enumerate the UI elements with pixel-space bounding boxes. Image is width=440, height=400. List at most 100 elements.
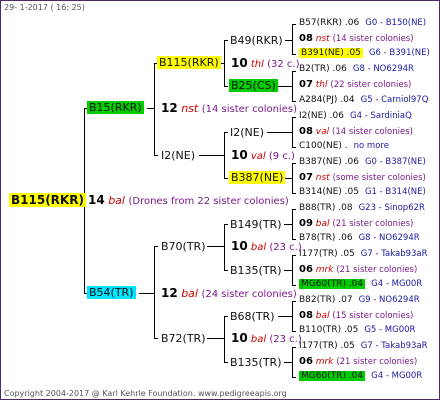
node-b54-tr[interactable]: B54(TR) <box>87 286 136 299</box>
leaf-mating-code: thl <box>312 80 331 90</box>
connector-b135a-up <box>292 255 296 256</box>
leaf-mating-code: val <box>312 127 332 137</box>
connector-b15-down <box>154 155 158 156</box>
root-node[interactable]: B115(RKR) <box>9 193 86 207</box>
leaf-mating-num: 06 <box>299 356 313 367</box>
node-b49-rkr[interactable]: B49(RKR) <box>230 35 283 46</box>
leaf-queen-origin: G0 - B387(NE) <box>364 157 426 167</box>
leaf-queen-id[interactable]: B314(NE) .05 <box>299 187 359 197</box>
node-b72-tr[interactable]: B72(TR) <box>161 333 206 344</box>
i2-note: (9 c.) <box>268 151 295 162</box>
b70-note: (23 c.) <box>269 242 302 253</box>
leaf-queen: C100(NE) . no more <box>299 142 389 151</box>
connector-b68-vertical <box>292 301 293 332</box>
connector-b70-up <box>224 224 228 225</box>
leaf-mating-code: mrk <box>312 357 337 367</box>
leaf-queen-id[interactable]: MG60(TR) .04 <box>299 371 366 381</box>
leaf-queen-id[interactable]: I177(TR) .05 <box>299 341 355 351</box>
node-b15-rkr[interactable]: B15(RKR) <box>87 101 144 114</box>
leaf-queen: B314(NE) .05 G1 - B314(NE) <box>299 188 426 197</box>
leaf-queen-id[interactable]: B82(TR) .07 <box>299 295 353 305</box>
leaf-queen-id[interactable]: B88(TR) .08 <box>299 203 353 213</box>
connector-b115-down <box>224 86 228 87</box>
connector-b25-up <box>292 71 296 72</box>
leaf-queen-id[interactable]: A284(PJ) .04 <box>299 95 355 105</box>
leaf-mating-note: (14 sister colonies) <box>332 127 413 137</box>
connector-b68 <box>278 316 293 317</box>
leaf-queen-id[interactable]: B78(TR) .06 <box>299 233 353 243</box>
connector-b135a-vertical <box>292 255 293 286</box>
leaf-mating-num: 06 <box>299 264 313 275</box>
leaf-queen: I177(TR) .05 G7 - Takab93aR <box>299 250 428 259</box>
leaf-queen-id[interactable]: B2(TR) .06 <box>299 64 347 74</box>
leaf-queen-origin: G1 - B314(NE) <box>364 187 426 197</box>
node-b68-tr[interactable]: B68(TR) <box>230 311 275 322</box>
leaf-mating-num: 08 <box>299 310 313 321</box>
leaf-queen: B110(TR) .05 G5 - MG00R <box>299 326 415 335</box>
connector-b49-up <box>292 24 296 25</box>
connector-i2b-down <box>292 147 296 148</box>
leaf-mating-code: bal <box>312 311 333 321</box>
connector-i2-up <box>224 132 228 133</box>
leaf-queen-id[interactable]: B391(NE) .05 <box>299 48 363 58</box>
b15-num: 12 <box>161 101 178 115</box>
leaf-mating-num: 08 <box>299 33 313 44</box>
node-b115-rkr[interactable]: B115(RKR) <box>157 56 221 69</box>
leaf-mating-note: (21 sister colonies) <box>332 219 414 229</box>
connector-b135b-down <box>292 377 296 378</box>
leaf-queen-origin: no more <box>353 141 389 151</box>
leaf-mating-code: bal <box>312 219 333 229</box>
b15-mating: 12 nst (14 sister colonies) <box>161 102 297 115</box>
b72-code: bal <box>250 334 267 345</box>
node-b387-ne[interactable]: B387(NE) <box>229 171 286 184</box>
connector-b72-vertical <box>224 316 225 363</box>
b15-code: nst <box>181 102 199 115</box>
leaf-queen-id[interactable]: I177(TR) .05 <box>299 249 355 259</box>
connector-b49-vertical <box>292 24 293 55</box>
leaf-queen: B88(TR) .08 G23 - Sinop62R <box>299 204 425 213</box>
leaf-queen-id[interactable]: B57(RKR) .06 <box>299 18 359 28</box>
leaf-queen-origin: G5 - MG00R <box>364 325 416 335</box>
connector-i2b <box>267 132 293 133</box>
b54-mating: 12 bal (24 sister colonies) <box>161 287 297 300</box>
node-b70-tr[interactable]: B70(TR) <box>161 241 206 252</box>
node-b135-tr-a[interactable]: B135(TR) <box>230 265 282 276</box>
root-mating: 14 bal (Drones from 22 sister colonies) <box>88 194 289 207</box>
leaf-mating-code: nst <box>312 34 333 44</box>
leaf-mating: 06 mrk (21 sister colonies) <box>299 265 417 275</box>
node-i2-ne[interactable]: I2(NE) <box>161 150 195 161</box>
connector-i2b-up <box>292 117 296 118</box>
leaf-mating-code: mrk <box>312 265 337 275</box>
leaf-queen: B387(NE) .06 G0 - B387(NE) <box>299 158 426 167</box>
b115-code: thl <box>250 59 264 70</box>
leaf-queen: I177(TR) .05 G7 - Takab93aR <box>299 342 428 351</box>
node-b135-tr-b[interactable]: B135(TR) <box>230 357 282 368</box>
connector-b49-down <box>292 54 296 55</box>
node-i2-ne-b[interactable]: I2(NE) <box>230 127 264 138</box>
leaf-mating: 08 bal (15 sister colonies) <box>299 311 413 321</box>
node-b25-cs[interactable]: B25(CS) <box>229 79 278 92</box>
leaf-queen-id[interactable]: I2(NE) .06 <box>299 111 344 121</box>
b72-note: (23 c.) <box>269 334 302 345</box>
root-num: 14 <box>88 193 105 207</box>
connector-b387-vertical <box>292 163 293 194</box>
leaf-queen-id[interactable]: B387(NE) .06 <box>299 157 359 167</box>
leaf-queen-id[interactable]: C100(NE) . <box>299 141 348 151</box>
leaf-mating-note: (15 sister colonies) <box>332 311 414 321</box>
leaf-queen-origin: G5 - Carniol97Q <box>360 95 429 105</box>
connector-b149-vertical <box>292 209 293 240</box>
b72-num: 10 <box>231 331 248 345</box>
node-b149-tr[interactable]: B149(TR) <box>230 219 282 230</box>
b70-num: 10 <box>231 239 248 253</box>
leaf-queen: I2(NE) .06 G4 - SardiniaQ <box>299 112 412 121</box>
connector-b70 <box>207 246 225 247</box>
leaf-queen-origin: G23 - Sinop62R <box>358 203 425 213</box>
b70-code: bal <box>250 242 267 253</box>
connector-i2-down <box>224 178 228 179</box>
leaf-queen-id[interactable]: MG60(TR) .04 <box>299 279 366 289</box>
leaf-mating: 09 bal (21 sister colonies) <box>299 219 413 229</box>
leaf-queen-origin: G0 - B150(NE) <box>365 18 427 28</box>
connector-b115-up <box>224 40 228 41</box>
leaf-mating-num: 09 <box>299 218 313 229</box>
leaf-queen-id[interactable]: B110(TR) .05 <box>299 325 358 335</box>
